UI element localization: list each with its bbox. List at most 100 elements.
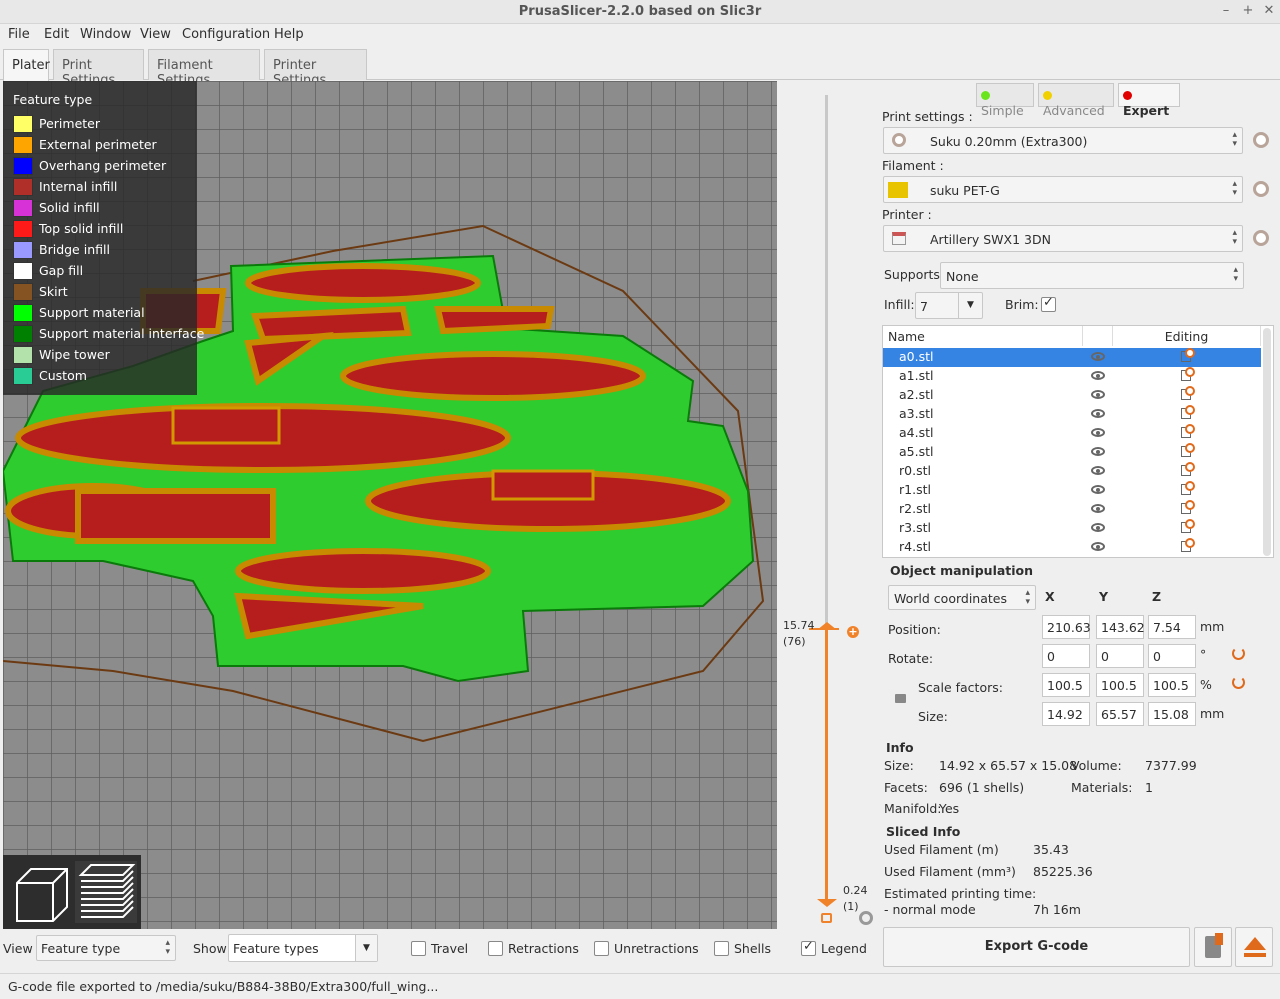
reset-rotation-icon[interactable] xyxy=(1232,647,1245,660)
info-materials-label: Materials: xyxy=(1071,780,1133,795)
edit-icon[interactable] xyxy=(1181,443,1195,457)
reset-scale-icon[interactable] xyxy=(1232,676,1245,689)
3d-view-icon[interactable] xyxy=(9,861,71,923)
object-list-scrollbar[interactable] xyxy=(1263,328,1271,556)
info-facets-label: Facets: xyxy=(884,780,928,795)
edit-icon[interactable] xyxy=(1181,348,1195,362)
view-type-combo[interactable]: Feature type ▴ ▾ xyxy=(36,935,176,961)
mode-simple-button[interactable]: Simple xyxy=(976,83,1034,118)
print-settings-edit-icon[interactable] xyxy=(1253,132,1269,148)
edit-icon[interactable] xyxy=(1181,424,1195,438)
menu-edit[interactable]: Edit xyxy=(44,27,69,42)
eye-icon[interactable] xyxy=(1091,409,1105,418)
scale-x-input[interactable]: 100.5 xyxy=(1042,673,1090,697)
eye-icon[interactable] xyxy=(1091,447,1105,456)
menu-window[interactable]: Window xyxy=(80,27,131,42)
preview-layers-icon[interactable] xyxy=(75,861,137,923)
edit-icon[interactable] xyxy=(1181,519,1195,533)
eye-icon[interactable] xyxy=(1091,390,1105,399)
export-gcode-button[interactable]: Export G-code xyxy=(883,927,1190,967)
list-item[interactable]: a2.stl xyxy=(883,386,1261,405)
unlock-icon[interactable] xyxy=(821,913,832,923)
edit-icon[interactable] xyxy=(1181,538,1195,552)
list-item[interactable]: a0.stl xyxy=(883,348,1261,367)
list-item[interactable]: a1.stl xyxy=(883,367,1261,386)
rotate-x-input[interactable]: 0 xyxy=(1042,644,1090,668)
lower-thumb[interactable] xyxy=(817,899,837,907)
list-item[interactable]: r3.stl xyxy=(883,519,1261,538)
menu-help[interactable]: Help xyxy=(274,27,304,42)
printer-combo[interactable]: Artillery SWX1 3DN ▴ ▾ xyxy=(883,225,1243,252)
list-item[interactable]: a4.stl xyxy=(883,424,1261,443)
edit-icon[interactable] xyxy=(1181,367,1195,381)
mode-advanced-button[interactable]: Advanced xyxy=(1038,83,1114,118)
eye-icon[interactable] xyxy=(1091,371,1105,380)
list-item[interactable]: r1.stl xyxy=(883,481,1261,500)
list-item[interactable]: r4.stl xyxy=(883,538,1261,557)
brim-checkbox[interactable] xyxy=(1041,295,1056,312)
maximize-icon[interactable]: + xyxy=(1241,4,1255,18)
position-x-input[interactable]: 210.63 xyxy=(1042,615,1091,639)
list-item[interactable]: a5.stl xyxy=(883,443,1261,462)
menu-file[interactable]: File xyxy=(8,27,30,42)
size-y-input[interactable]: 65.57 xyxy=(1096,702,1144,726)
size-z-input[interactable]: 15.08 xyxy=(1148,702,1196,726)
scale-y-input[interactable]: 100.5 xyxy=(1096,673,1144,697)
edit-icon[interactable] xyxy=(1181,462,1195,476)
filament-combo[interactable]: suku PET-G ▴ ▾ xyxy=(883,176,1243,203)
eject-icon xyxy=(1244,937,1266,950)
scale-z-input[interactable]: 100.5 xyxy=(1148,673,1196,697)
rotate-z-input[interactable]: 0 xyxy=(1148,644,1196,668)
filament-edit-icon[interactable] xyxy=(1253,181,1269,197)
eject-bar-icon xyxy=(1244,953,1266,957)
eject-button[interactable] xyxy=(1235,927,1273,967)
legend-swatch xyxy=(13,325,33,343)
list-item[interactable]: a3.stl xyxy=(883,405,1261,424)
eye-icon[interactable] xyxy=(1091,523,1105,532)
list-item[interactable]: r2.stl xyxy=(883,500,1261,519)
coordinates-combo[interactable]: World coordinates ▴ ▾ xyxy=(888,585,1036,610)
edit-icon[interactable] xyxy=(1181,500,1195,514)
object-list[interactable]: Name Editing a0.stl a1.stl a2.stl a3.stl… xyxy=(882,325,1274,558)
add-color-change-icon[interactable]: + xyxy=(847,626,859,638)
edit-icon[interactable] xyxy=(1181,481,1195,495)
minimize-icon[interactable]: – xyxy=(1219,4,1233,18)
editing-column-header[interactable]: Editing xyxy=(1113,326,1261,346)
printer-edit-icon[interactable] xyxy=(1253,230,1269,246)
edit-icon[interactable] xyxy=(1181,405,1195,419)
show-features-combo[interactable]: Feature types ▼ xyxy=(228,934,378,962)
retractions-checkbox[interactable] xyxy=(488,941,503,956)
position-z-input[interactable]: 7.54 xyxy=(1148,615,1196,639)
list-item[interactable]: r0.stl xyxy=(883,462,1261,481)
lock-icon[interactable] xyxy=(895,694,906,703)
eye-icon[interactable] xyxy=(1091,542,1105,551)
mode-expert-button[interactable]: Expert xyxy=(1118,83,1180,118)
menu-view[interactable]: View xyxy=(140,27,171,42)
travel-checkbox[interactable] xyxy=(411,941,426,956)
menu-configuration[interactable]: Configuration xyxy=(182,27,270,42)
tab-filament-settings[interactable]: Filament Settings xyxy=(148,49,260,88)
eye-icon[interactable] xyxy=(1091,466,1105,475)
edit-icon[interactable] xyxy=(1181,386,1195,400)
shells-checkbox[interactable] xyxy=(714,941,729,956)
eye-icon[interactable] xyxy=(1091,428,1105,437)
tab-plater[interactable]: Plater xyxy=(3,49,50,81)
legend-checkbox[interactable] xyxy=(801,939,816,956)
tab-print-settings[interactable]: Print Settings xyxy=(53,49,144,88)
supports-combo[interactable]: None ▴ ▾ xyxy=(940,262,1244,289)
eye-icon[interactable] xyxy=(1091,352,1105,361)
print-settings-combo[interactable]: Suku 0.20mm (Extra300) ▴ ▾ xyxy=(883,127,1243,154)
size-x-input[interactable]: 14.92 xyxy=(1042,702,1090,726)
name-column-header[interactable]: Name xyxy=(883,326,1083,346)
position-y-input[interactable]: 143.62 xyxy=(1096,615,1145,639)
settings-cog-icon[interactable] xyxy=(859,911,873,925)
close-icon[interactable]: ✕ xyxy=(1262,4,1276,18)
send-to-device-button[interactable] xyxy=(1194,927,1232,967)
eye-icon[interactable] xyxy=(1091,504,1105,513)
infill-combo[interactable]: 7 ▼ xyxy=(915,292,983,319)
eye-icon[interactable] xyxy=(1091,485,1105,494)
unretractions-checkbox[interactable] xyxy=(594,941,609,956)
tab-printer-settings[interactable]: Printer Settings xyxy=(264,49,367,88)
rotate-y-input[interactable]: 0 xyxy=(1096,644,1144,668)
visibility-column-header[interactable] xyxy=(1083,326,1113,346)
